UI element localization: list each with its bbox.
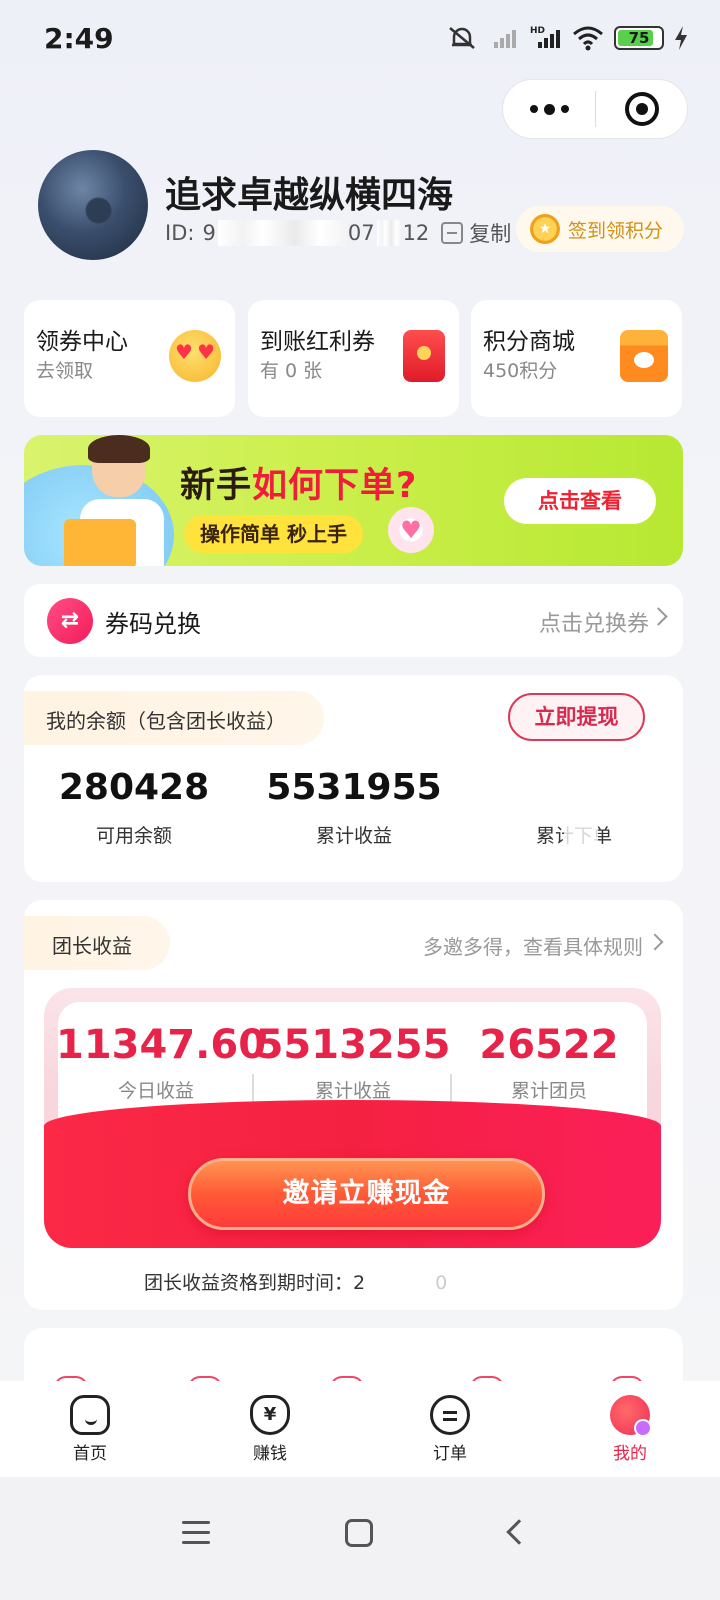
coin-icon: ★: [530, 214, 560, 244]
privacy-mask: [564, 815, 598, 845]
more-section-card: [24, 1328, 683, 1388]
user-id-mask-2: [376, 220, 401, 246]
banner-person-illustration: [64, 435, 174, 566]
user-id-part-2: 07: [347, 221, 375, 245]
wifi-icon: [573, 26, 603, 51]
total-members-label: 累计团员: [510, 1080, 587, 1102]
points-mall-card[interactable]: 积分商城 450积分: [471, 300, 682, 417]
heart-eyes-emoji-icon: [169, 330, 221, 382]
leader-total-income-value: 5513255: [255, 1022, 451, 1068]
home-icon: [70, 1395, 110, 1435]
leader-tag: 团长收益: [52, 934, 132, 958]
username: 追求卓越纵横四海: [165, 175, 454, 216]
shop-icon: [620, 330, 668, 382]
total-income-label: 累计收益: [315, 825, 392, 847]
coupon-center-subtitle: 去领取: [36, 360, 94, 382]
order-icon: [430, 1395, 470, 1435]
balance-card: 我的余额（包含团长收益） 立即提现 280428 可用余额 5531955 累计…: [24, 675, 683, 882]
coupon-center-card[interactable]: 领券中心 去领取: [24, 300, 235, 417]
battery-icon: 75: [614, 26, 664, 50]
red-packet-icon: [403, 330, 445, 382]
heart-icon: ♥: [388, 507, 434, 553]
user-id-part-3: 12: [402, 221, 430, 245]
copy-icon[interactable]: [441, 222, 464, 244]
bell-muted-icon: [449, 27, 475, 49]
coupon-code-action[interactable]: 点击兑换券: [539, 606, 649, 638]
signin-button[interactable]: ★ 签到领积分: [516, 206, 684, 252]
leader-rules-link[interactable]: 多邀多得，查看具体规则: [423, 931, 643, 960]
tab-orders[interactable]: 订单: [360, 1381, 540, 1477]
points-mall-subtitle: 450积分: [483, 360, 558, 382]
total-income-value: 5531955: [266, 767, 442, 808]
close-circle-icon: [624, 92, 659, 126]
coupon-center-title: 领券中心: [36, 329, 128, 355]
miniprogram-capsule: [502, 79, 688, 139]
status-icons: HD 75: [446, 24, 688, 52]
leader-income-card: 团长收益 多邀多得，查看具体规则 11347.60 今日收益 5513255 累…: [24, 900, 683, 1310]
tab-earn-label: 赚钱: [253, 1444, 287, 1464]
profile-face-icon: [610, 1395, 652, 1437]
system-nav-bar: [0, 1477, 720, 1600]
bonus-coupon-subtitle: 有 0 张: [260, 360, 323, 382]
balance-tag: 我的余额（包含团长收益）: [46, 709, 286, 733]
tab-orders-label: 订单: [433, 1444, 467, 1464]
tab-home-label: 首页: [73, 1444, 107, 1464]
chevron-right-icon: [646, 933, 664, 951]
how-to-order-banner[interactable]: 新手如何下单? 操作简单 秒上手 ♥ 点击查看: [24, 435, 683, 566]
leader-expiry-tail: 0: [435, 1272, 448, 1294]
total-members-value: 26522: [479, 1022, 619, 1068]
tab-earn[interactable]: ¥ 赚钱: [180, 1381, 360, 1477]
available-balance-label: 可用余额: [95, 825, 172, 847]
today-income-label: 今日收益: [117, 1080, 194, 1102]
user-id-mask: [217, 220, 346, 246]
close-button[interactable]: [596, 92, 687, 126]
status-bar: 2:49 HD 75: [0, 0, 720, 80]
today-income-value: 11347.60: [56, 1022, 267, 1068]
back-icon[interactable]: [506, 1519, 532, 1545]
coupon-code-row[interactable]: ⇄ 券码兑换 点击兑换券: [24, 584, 683, 657]
copy-button[interactable]: 复制: [469, 218, 511, 248]
menu-icon[interactable]: [182, 1521, 210, 1545]
coupon-code-title: 券码兑换: [105, 610, 201, 638]
chevron-right-icon: [649, 607, 668, 626]
bonus-coupon-title: 到账红利券: [260, 329, 375, 355]
leader-expiry-label: 团长收益资格到期时间：2: [144, 1272, 366, 1294]
banner-title: 新手如何下单?: [180, 457, 417, 508]
home-square-icon[interactable]: [345, 1519, 373, 1547]
withdraw-button[interactable]: 立即提现: [508, 693, 645, 741]
battery-text: 75: [628, 29, 650, 47]
banner-view-button[interactable]: 点击查看: [504, 478, 656, 524]
signal-weak-icon: [494, 30, 516, 48]
bonus-coupon-card[interactable]: 到账红利券 有 0 张: [248, 300, 459, 417]
charging-icon: [675, 26, 687, 50]
bottom-tab-bar: 首页 ¥ 赚钱 订单 我的: [0, 1381, 720, 1477]
banner-pill: 操作简单 秒上手: [184, 515, 363, 553]
points-mall-title: 积分商城: [483, 329, 575, 355]
signal-hd-icon: HD: [530, 26, 560, 48]
user-id-part-1: 9: [202, 221, 216, 245]
banner-title-prefix: 新手: [180, 466, 253, 506]
leader-total-income-label: 累计收益: [314, 1080, 391, 1102]
money-bag-icon: ¥: [250, 1395, 290, 1435]
more-button[interactable]: [503, 80, 595, 138]
svg-text:HD: HD: [530, 26, 545, 36]
status-time: 2:49: [44, 22, 114, 55]
banner-title-highlight: 如何下单?: [252, 466, 418, 506]
user-id-prefix: ID:: [165, 221, 195, 245]
exchange-icon: ⇄: [47, 598, 93, 644]
invite-earn-button[interactable]: 邀请立赚现金: [188, 1158, 545, 1230]
tab-home[interactable]: 首页: [0, 1381, 180, 1477]
available-balance-value: 280428: [58, 767, 210, 808]
signin-label: 签到领积分: [568, 219, 664, 242]
user-id-row: ID: 9 07 12 复制: [165, 218, 511, 248]
tab-mine[interactable]: 我的: [540, 1381, 720, 1477]
leader-expiry: 团长收益资格到期时间：2 0: [144, 1268, 447, 1295]
tab-mine-label: 我的: [613, 1444, 647, 1464]
avatar[interactable]: [38, 150, 148, 260]
